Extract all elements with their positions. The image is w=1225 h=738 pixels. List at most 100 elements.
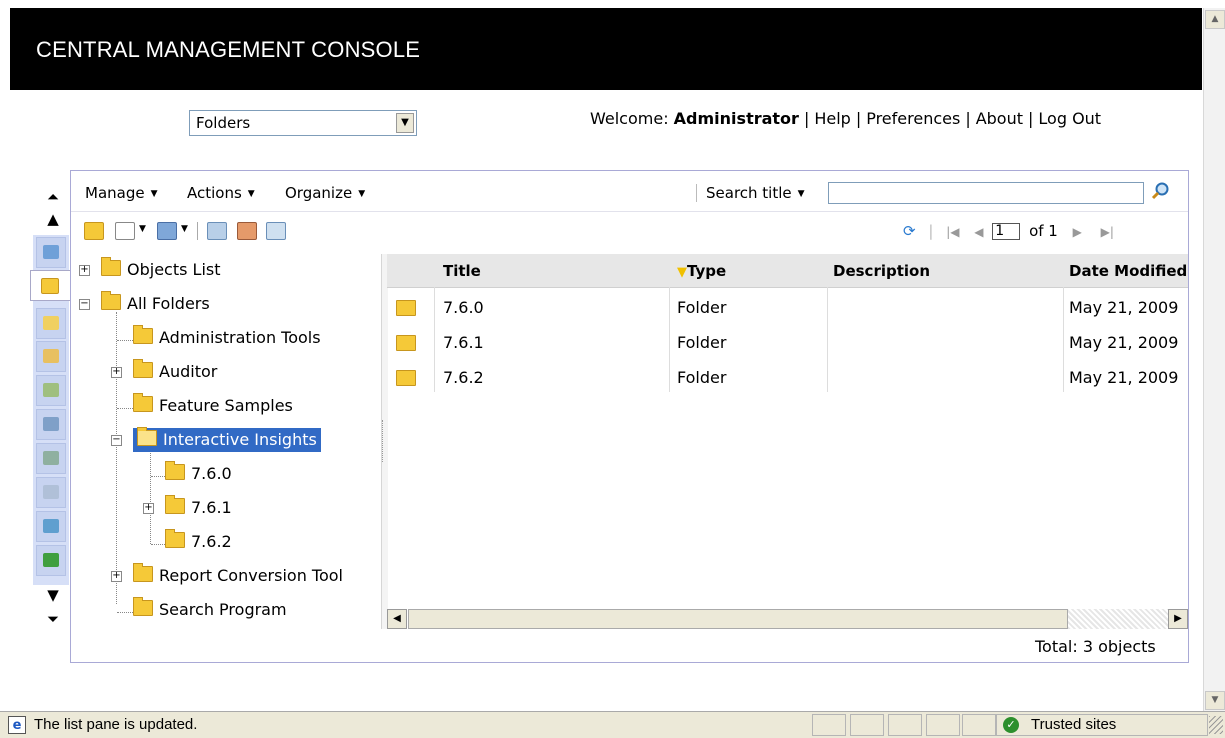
list-row[interactable]: 7.6.0 Folder May 21, 2009: [387, 290, 1188, 325]
security-zone[interactable]: ✓ Trusted sites: [996, 714, 1208, 736]
globe-icon: [43, 245, 59, 259]
checkmark-icon: ✓: [1003, 717, 1019, 733]
nav-tab-federation[interactable]: [36, 545, 66, 576]
nav-tab-personal-folders[interactable]: [36, 341, 66, 372]
scroll-down-button[interactable]: ▼: [1205, 691, 1225, 710]
last-page-icon[interactable]: ▶|: [1101, 225, 1114, 239]
object-list: Title ▼Type Description Date Modified 7.…: [387, 254, 1188, 629]
delete-object-icon[interactable]: [266, 222, 286, 240]
nav-tab-calendars[interactable]: [36, 477, 66, 508]
next-page-icon[interactable]: ▶: [1073, 225, 1082, 239]
add-object-icon[interactable]: [157, 222, 177, 240]
tree-line: [150, 448, 151, 544]
list-horizontal-scrollbar[interactable]: ◀ ▶: [387, 609, 1188, 629]
nav-tab-servers[interactable]: [36, 511, 66, 542]
cell-date: May 21, 2009: [1069, 368, 1179, 387]
expand-icon[interactable]: +: [79, 265, 90, 276]
manage-menu[interactable]: Manage ▼: [85, 184, 158, 202]
scroll-thumb[interactable]: [408, 609, 1068, 629]
users-icon: [43, 417, 59, 431]
nav-tab-home[interactable]: [36, 237, 66, 268]
collapse-icon[interactable]: −: [111, 435, 122, 446]
scroll-up-button[interactable]: ▲: [1205, 10, 1225, 29]
expand-icon[interactable]: +: [111, 571, 122, 582]
tree-item-label: All Folders: [127, 294, 210, 313]
preferences-link[interactable]: Preferences: [866, 109, 960, 128]
welcome-label: Welcome:: [590, 109, 669, 128]
resize-grip[interactable]: [1209, 716, 1223, 734]
expand-icon[interactable]: +: [111, 367, 122, 378]
tree-item-label: Administration Tools: [159, 328, 321, 347]
menu-bar: Manage ▼ Actions ▼ Organize ▼ Search title ▼: [71, 178, 1188, 212]
actions-menu-label: Actions: [187, 184, 242, 202]
cell-type: Folder: [677, 333, 727, 352]
help-link[interactable]: Help: [814, 109, 850, 128]
status-panel: [888, 714, 922, 736]
actions-menu[interactable]: Actions ▼: [187, 184, 255, 202]
folder-icon: [396, 370, 416, 386]
splitter-grip[interactable]: [382, 420, 386, 462]
page-number-input[interactable]: 1: [992, 223, 1021, 240]
folder-icon: [101, 257, 121, 276]
nav-tab-users[interactable]: [36, 409, 66, 440]
column-header-date-modified[interactable]: Date Modified: [1069, 262, 1187, 280]
cell-type: Folder: [677, 368, 727, 387]
chevron-down-icon[interactable]: ▼: [181, 224, 188, 234]
new-folder-icon[interactable]: [84, 222, 104, 240]
cell-title: 7.6.2: [443, 368, 484, 387]
personal-folder-icon: [43, 349, 59, 363]
collapse-icon[interactable]: −: [79, 299, 90, 310]
chevron-down-icon[interactable]: ▼: [396, 113, 414, 133]
scroll-left-button[interactable]: ◀: [387, 609, 407, 629]
list-row[interactable]: 7.6.2 Folder May 21, 2009: [387, 360, 1188, 395]
nav-tab-inboxes[interactable]: [36, 375, 66, 406]
about-link[interactable]: About: [976, 109, 1023, 128]
security-zone-label: Trusted sites: [1031, 716, 1117, 733]
cell-date: May 21, 2009: [1069, 333, 1179, 352]
nav-top-icon[interactable]: ⏶: [43, 190, 63, 205]
chevron-down-icon: ▼: [247, 189, 255, 199]
search-icon[interactable]: [1151, 181, 1171, 201]
list-row[interactable]: 7.6.1 Folder May 21, 2009: [387, 325, 1188, 360]
nav-tab-folders[interactable]: [30, 270, 72, 301]
tree-item-label: Search Program: [159, 600, 287, 619]
nav-bottom-icon[interactable]: ⏷: [43, 612, 63, 627]
toolbar: ▼ ▼ ⟳ | |◀ ◀ 1 of 1 ▶ ▶|: [71, 212, 1188, 252]
window-scrollbar[interactable]: ▲ ▼: [1203, 8, 1225, 711]
logout-link[interactable]: Log Out: [1038, 109, 1101, 128]
scroll-right-button[interactable]: ▶: [1168, 609, 1188, 629]
column-header-title[interactable]: Title: [443, 262, 481, 280]
folder-icon: [133, 597, 153, 616]
new-object-icon[interactable]: [115, 222, 135, 240]
search-scope-dropdown[interactable]: Search title ▼: [696, 184, 805, 202]
nav-down-icon[interactable]: ▼: [43, 588, 63, 603]
column-header-description[interactable]: Description: [833, 262, 930, 280]
nav-up-icon[interactable]: ▲: [43, 212, 63, 227]
tree-line: [116, 312, 117, 604]
refresh-icon[interactable]: ⟳: [903, 222, 916, 240]
folder-icon: [133, 359, 153, 378]
chevron-down-icon: ▼: [150, 189, 158, 199]
prev-page-icon[interactable]: ◀: [974, 225, 983, 239]
organize-menu[interactable]: Organize ▼: [285, 184, 365, 202]
column-header-type[interactable]: ▼Type: [677, 262, 726, 280]
nav-tab-access-levels[interactable]: [36, 443, 66, 474]
properties-icon[interactable]: [207, 222, 227, 240]
first-page-icon[interactable]: |◀: [946, 225, 959, 239]
chevron-down-icon[interactable]: ▼: [139, 224, 146, 234]
access-levels-icon: [43, 451, 59, 465]
toolbar-divider: [197, 222, 198, 240]
expand-icon[interactable]: +: [143, 503, 154, 514]
view-select[interactable]: Folders ▼: [189, 110, 417, 136]
chevron-down-icon: ▼: [358, 189, 366, 199]
category-icon: [43, 316, 59, 330]
nav-tab-categories[interactable]: [36, 308, 66, 339]
list-header: Title ▼Type Description Date Modified: [387, 254, 1188, 288]
status-panel: [812, 714, 846, 736]
scroll-track[interactable]: [1068, 609, 1168, 629]
user-security-icon[interactable]: [237, 222, 257, 240]
search-input[interactable]: [828, 182, 1144, 204]
manage-menu-label: Manage: [85, 184, 145, 202]
search-scope-label: Search title: [706, 184, 792, 202]
tree-line: [151, 476, 165, 477]
